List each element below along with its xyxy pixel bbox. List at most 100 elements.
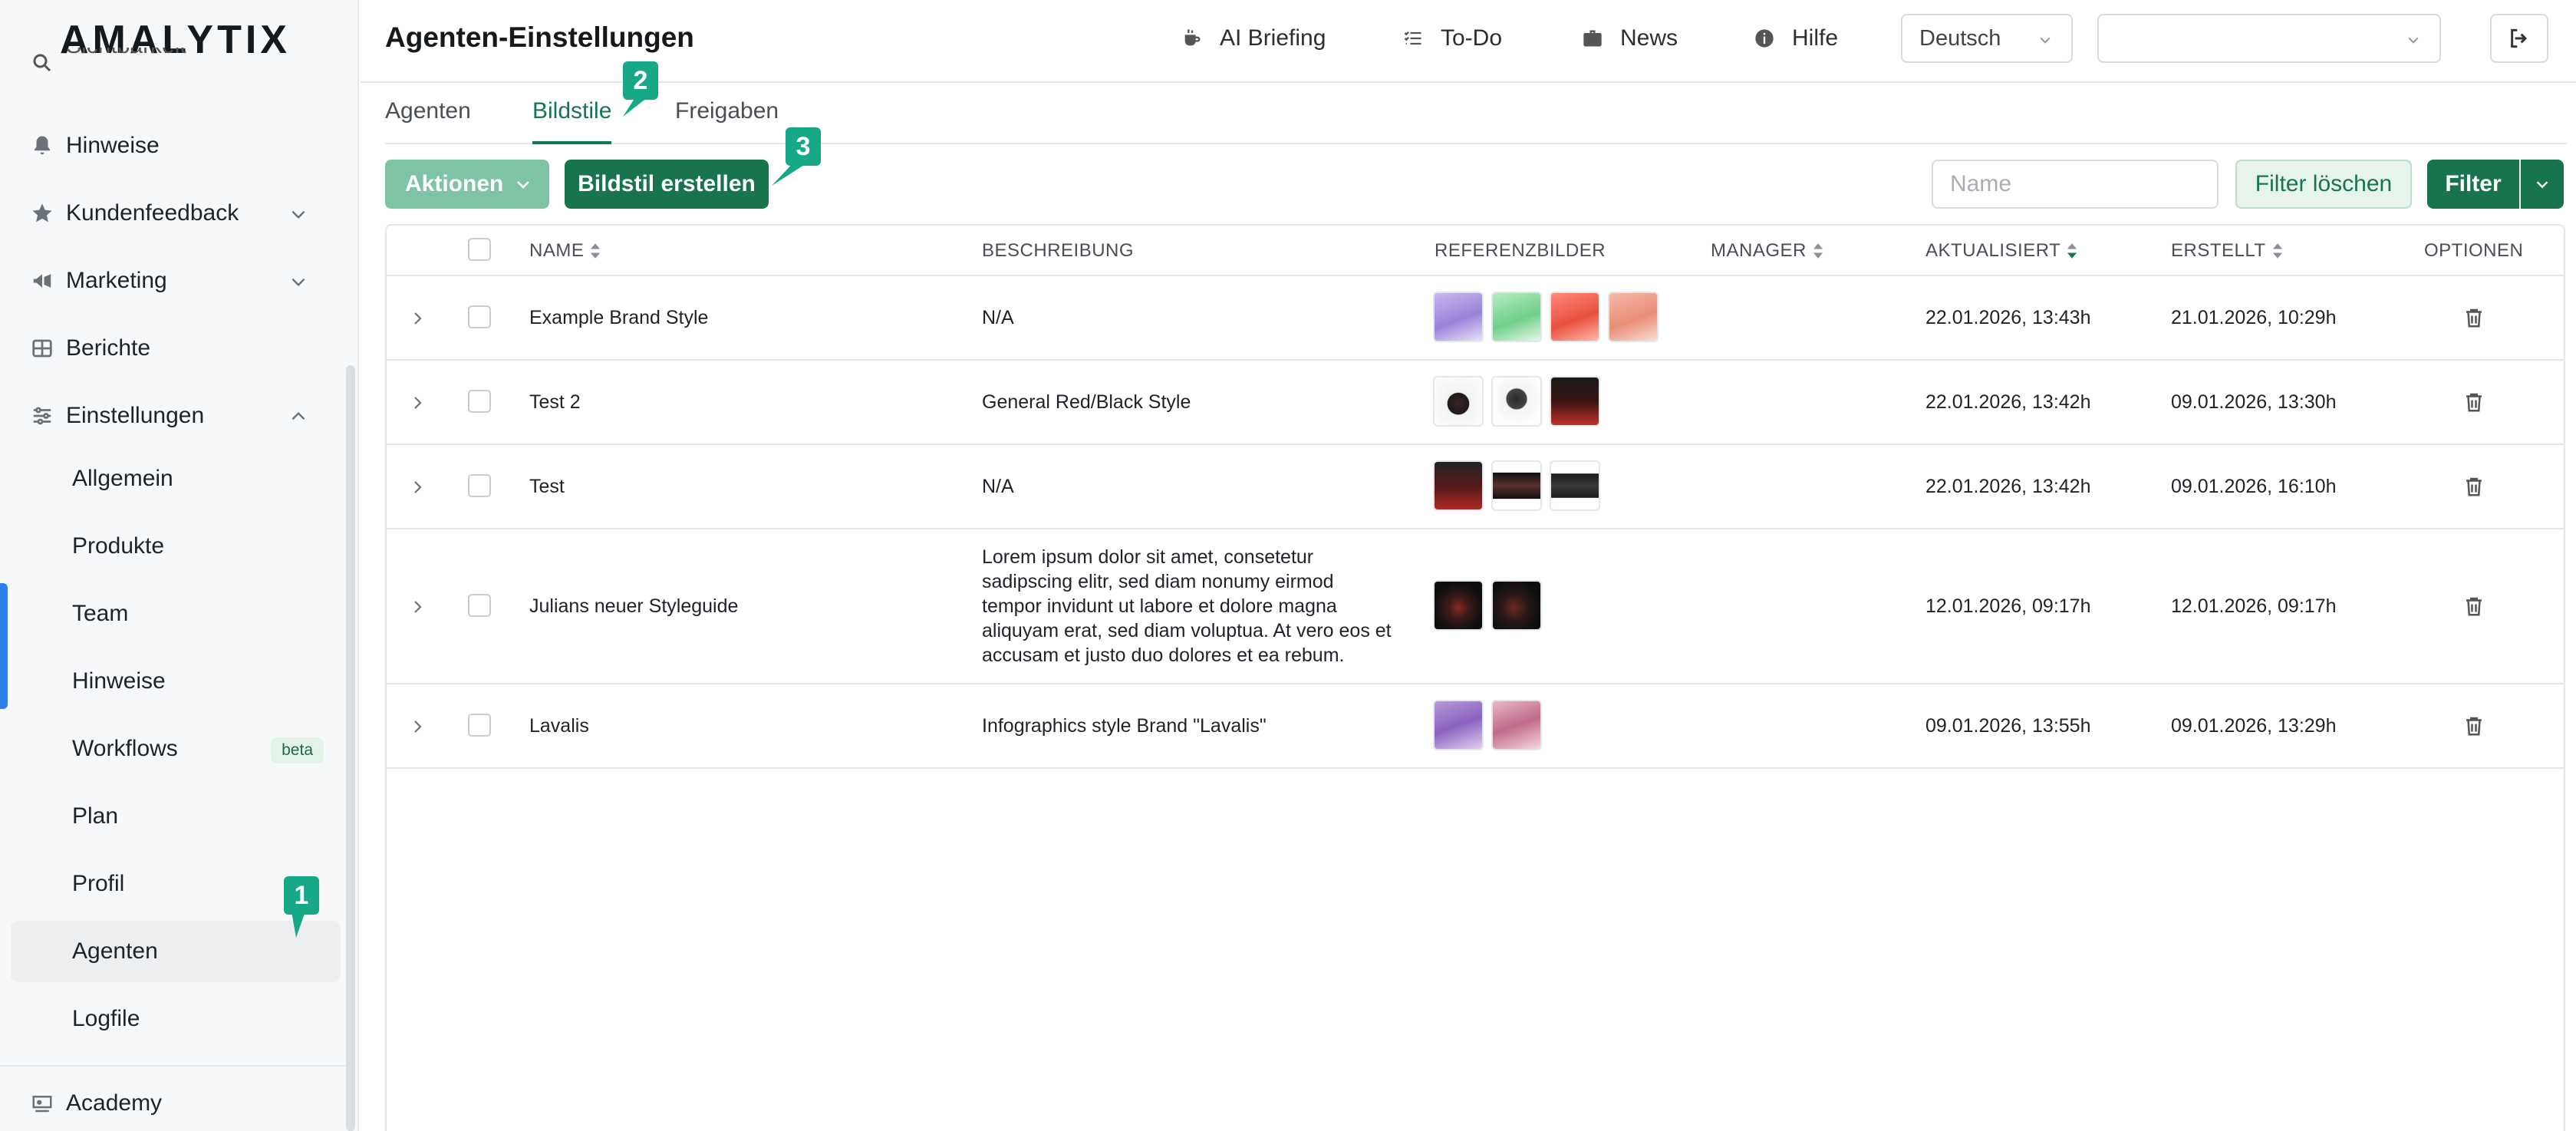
trash-icon[interactable]	[2462, 306, 2485, 329]
sidebar-subitem-label: Workflows	[72, 736, 178, 761]
trash-icon[interactable]	[2462, 475, 2485, 498]
logout-button[interactable]	[2490, 14, 2548, 63]
tab-agenten[interactable]: Agenten	[385, 98, 471, 144]
reference-image-thumbnail[interactable]	[1550, 460, 1600, 511]
chevron-right-icon[interactable]	[408, 717, 427, 736]
sort-icon	[2272, 243, 2282, 259]
reference-image-thumbnail[interactable]	[1433, 376, 1484, 427]
clear-filter-button[interactable]: Filter löschen	[2235, 160, 2412, 209]
style-updated: 12.01.2026, 09:17h	[1925, 595, 2091, 617]
table-row[interactable]: Test 2 General Red/Black Style 22.01.202…	[387, 361, 2564, 445]
style-description: N/A	[982, 306, 1014, 328]
language-select[interactable]: Deutsch	[1901, 14, 2073, 63]
chevron-right-icon[interactable]	[408, 309, 427, 328]
style-created: 21.01.2026, 10:29h	[2171, 306, 2337, 328]
logout-icon	[2511, 28, 2528, 48]
create-image-style-button[interactable]: Bildstil erstellen	[565, 160, 769, 209]
name-filter-input[interactable]	[1932, 160, 2219, 209]
reference-image-thumbnail[interactable]	[1608, 292, 1659, 342]
reference-image-thumbnail[interactable]	[1491, 580, 1542, 631]
style-created: 09.01.2026, 16:10h	[2171, 475, 2337, 497]
sidebar-subitem-team[interactable]: Team	[11, 583, 341, 645]
column-header-manager[interactable]: MANAGER	[1711, 226, 1825, 276]
trash-icon[interactable]	[2462, 391, 2485, 414]
step-marker-2: 2	[623, 61, 658, 117]
row-checkbox[interactable]	[468, 594, 491, 617]
image-styles-table: NAME BESCHREIBUNG REFERENZBILDER MANAGER…	[385, 224, 2565, 1131]
row-checkbox[interactable]	[468, 714, 491, 737]
column-header-created[interactable]: ERSTELLT	[2171, 226, 2284, 276]
sidebar-subitem-label: Produkte	[72, 533, 165, 559]
chevron-down-icon	[292, 278, 305, 287]
row-checkbox[interactable]	[468, 390, 491, 413]
select-all-checkbox[interactable]	[468, 238, 491, 261]
step-marker-1: 1	[284, 876, 319, 938]
sidebar-subitem-allgemein[interactable]: Allgemein	[11, 448, 341, 509]
tab-freigaben[interactable]: Freigaben	[675, 98, 779, 144]
style-updated: 22.01.2026, 13:42h	[1925, 475, 2091, 497]
sidebar-item-berichte[interactable]: Berichte	[0, 318, 345, 379]
sidebar-subitem-workflows[interactable]: Workflows beta	[11, 718, 341, 780]
sidebar-item-label: Kundenfeedback	[66, 200, 239, 226]
sidebar-item-hinweise[interactable]: Hinweise	[0, 115, 345, 176]
filter-options-button[interactable]	[2521, 160, 2564, 209]
star-icon	[29, 200, 55, 226]
reference-image-thumbnail[interactable]	[1550, 292, 1600, 342]
chevron-up-icon	[292, 411, 305, 420]
reference-image-thumbnail[interactable]	[1491, 460, 1542, 511]
reference-image-thumbnail[interactable]	[1491, 700, 1542, 750]
nav-news[interactable]: News	[1582, 23, 1678, 54]
sidebar-subitem-logfile[interactable]: Logfile	[11, 988, 341, 1050]
reference-image-thumbnail[interactable]	[1491, 376, 1542, 427]
nav-label: Hilfe	[1792, 25, 1839, 51]
row-checkbox[interactable]	[468, 305, 491, 328]
tab-bildstile[interactable]: Bildstile	[532, 98, 612, 144]
nav-ai-briefing[interactable]: AI Briefing	[1181, 23, 1326, 54]
sidebar-scrollbar[interactable]	[346, 365, 355, 1131]
filter-button[interactable]: Filter	[2427, 160, 2519, 209]
table-row[interactable]: Julians neuer Styleguide Lorem ipsum dol…	[387, 529, 2564, 684]
tab-bar: Agenten Bildstile Freigaben	[361, 84, 2576, 144]
row-checkbox[interactable]	[468, 474, 491, 497]
account-select[interactable]	[2097, 14, 2441, 63]
sidebar-subitem-produkte[interactable]: Produkte	[11, 516, 341, 577]
sidebar-item-visibility[interactable]: Sichtbarkeit	[0, 48, 345, 78]
sidebar-subitem-plan[interactable]: Plan	[11, 786, 341, 847]
trash-icon[interactable]	[2462, 714, 2485, 737]
column-header-updated[interactable]: AKTUALISIERT	[1925, 226, 2079, 276]
reference-image-thumbnail[interactable]	[1433, 460, 1484, 511]
reference-image-thumbnail[interactable]	[1491, 292, 1542, 342]
step-marker-number: 2	[623, 61, 658, 100]
briefcase-icon	[1583, 30, 1602, 47]
table-row[interactable]: Lavalis Infographics style Brand "Lavali…	[387, 684, 2564, 769]
nav-hilfe[interactable]: Hilfe	[1754, 23, 1838, 54]
reference-image-thumbnail[interactable]	[1433, 700, 1484, 750]
sidebar-item-einstellungen[interactable]: Einstellungen	[0, 385, 345, 447]
reference-image-thumbnail[interactable]	[1550, 376, 1600, 427]
marker-pointer-icon	[292, 912, 305, 938]
reference-images	[1433, 580, 1542, 631]
sidebar-item-label: Sichtbarkeit	[66, 48, 186, 59]
nav-todo[interactable]: To-Do	[1402, 23, 1502, 54]
column-header-name[interactable]: NAME	[529, 226, 602, 276]
reference-images	[1433, 460, 1600, 511]
sidebar-item-label: Academy	[66, 1090, 163, 1116]
chevron-right-icon[interactable]	[408, 598, 427, 616]
style-created: 09.01.2026, 13:29h	[2171, 714, 2337, 737]
sidebar-item-marketing[interactable]: Marketing	[0, 250, 345, 312]
chevron-right-icon[interactable]	[408, 394, 427, 412]
sidebar-subitem-label: Team	[72, 601, 129, 626]
table-row[interactable]: Example Brand Style N/A 22.01.2026, 13:4…	[387, 276, 2564, 361]
chevron-right-icon[interactable]	[408, 478, 427, 496]
sidebar-subitem-label: Allgemein	[72, 466, 173, 491]
sort-icon	[591, 243, 601, 259]
reference-image-thumbnail[interactable]	[1433, 580, 1484, 631]
reference-image-thumbnail[interactable]	[1433, 292, 1484, 342]
style-name: Julians neuer Styleguide	[529, 595, 739, 617]
sidebar-subitem-hinweise[interactable]: Hinweise	[11, 651, 341, 712]
trash-icon[interactable]	[2462, 595, 2485, 618]
actions-dropdown-button[interactable]: Aktionen	[385, 160, 549, 209]
sidebar-item-academy[interactable]: Academy	[0, 1073, 345, 1131]
sidebar-item-kundenfeedback[interactable]: Kundenfeedback	[0, 183, 345, 244]
table-row[interactable]: Test N/A 22.01.2026, 13:42h 09.01.2026, …	[387, 445, 2564, 529]
